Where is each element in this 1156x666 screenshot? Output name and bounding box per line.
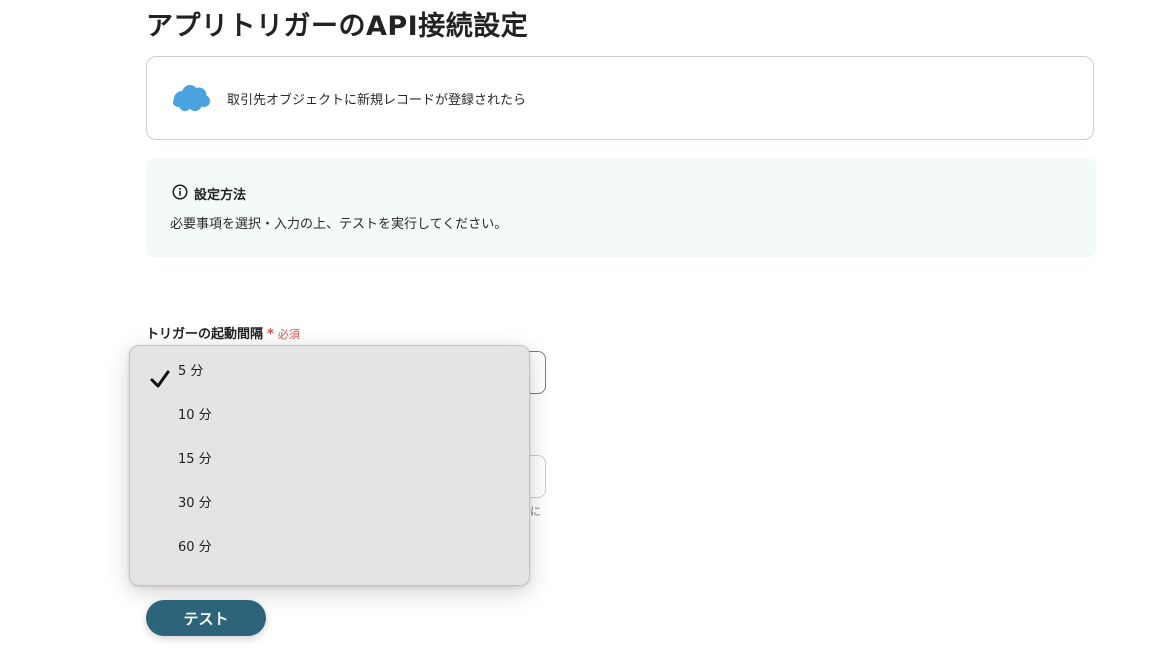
- hint-text-fragment: に: [530, 505, 541, 518]
- trigger-label: 取引先オブジェクトに新規レコードが登録されたら: [227, 93, 527, 108]
- info-box: 設定方法 必要事項を選択・入力の上、テストを実行してください。: [146, 158, 1096, 257]
- info-circle-icon: [172, 184, 188, 200]
- test-button[interactable]: テスト: [146, 600, 266, 636]
- dropdown-option-label: 5 分: [178, 364, 204, 379]
- dropdown-option-label: 10 分: [178, 408, 212, 423]
- dropdown-option[interactable]: 60 分: [130, 534, 529, 574]
- dropdown-option[interactable]: 15 分: [130, 446, 529, 486]
- page-title: アプリトリガーのAPI接続設定: [146, 11, 529, 42]
- required-star: *: [267, 327, 274, 342]
- dropdown-option[interactable]: 30 分: [130, 490, 529, 530]
- dropdown-option[interactable]: 10 分: [130, 402, 529, 442]
- interval-field-label: トリガーの起動間隔 * 必須: [146, 323, 300, 342]
- salesforce-cloud-icon: [171, 83, 211, 113]
- dropdown-option-label: 60 分: [178, 540, 212, 555]
- interval-label-text: トリガーの起動間隔: [146, 327, 264, 342]
- trigger-card: 取引先オブジェクトに新規レコードが登録されたら: [146, 56, 1094, 140]
- interval-dropdown-menu: 5 分 10 分 15 分 30 分 60 分: [129, 345, 530, 586]
- dropdown-option-label: 15 分: [178, 452, 212, 467]
- checkmark-icon: [150, 370, 170, 388]
- page: アプリトリガーのAPI接続設定 取引先オブジェクトに新規レコードが登録されたら: [0, 0, 1156, 666]
- info-text: 必要事項を選択・入力の上、テストを実行してください。: [170, 217, 508, 232]
- required-badge: 必須: [277, 328, 300, 341]
- dropdown-option-label: 30 分: [178, 496, 212, 511]
- info-title: 設定方法: [194, 188, 247, 203]
- dropdown-option[interactable]: 5 分: [130, 358, 529, 398]
